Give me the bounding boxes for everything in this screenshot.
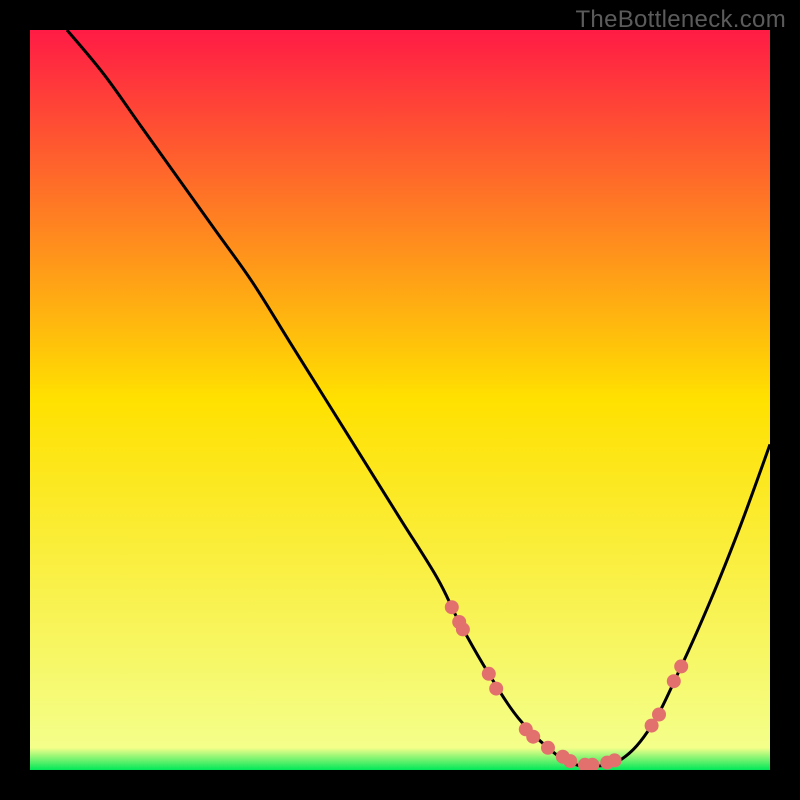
marker-point xyxy=(674,659,688,673)
plot-area xyxy=(30,30,770,770)
marker-point xyxy=(456,622,470,636)
watermark-text: TheBottleneck.com xyxy=(575,6,786,34)
marker-point xyxy=(667,674,681,688)
marker-point xyxy=(608,753,622,767)
marker-point xyxy=(541,741,555,755)
chart-frame: TheBottleneck.com xyxy=(0,0,800,800)
chart-svg xyxy=(30,30,770,770)
marker-point xyxy=(526,730,540,744)
marker-point xyxy=(563,754,577,768)
gradient-bg xyxy=(30,30,770,770)
marker-point xyxy=(489,682,503,696)
marker-point xyxy=(482,667,496,681)
marker-point xyxy=(445,600,459,614)
marker-point xyxy=(652,708,666,722)
